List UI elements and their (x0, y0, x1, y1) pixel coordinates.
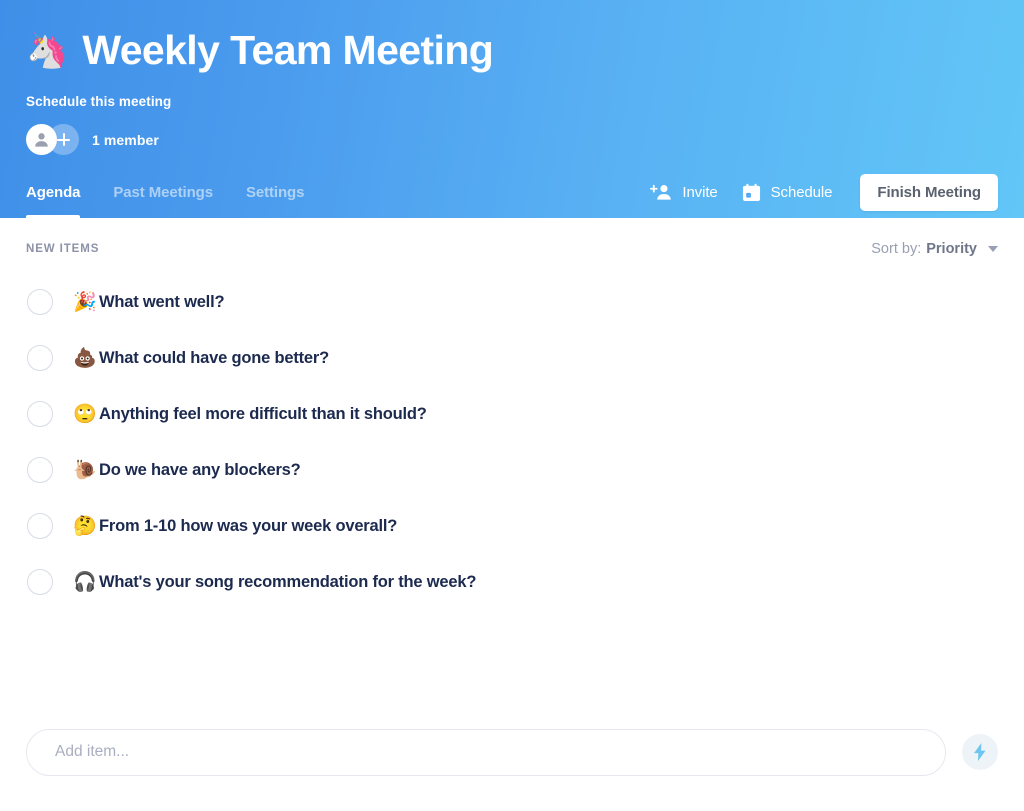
agenda-main: NEW ITEMS Sort by: Priority 🎉 What went … (0, 218, 1024, 811)
composer-bar (0, 715, 1024, 811)
members-row: 1 member (26, 124, 998, 155)
item-label: What's your song recommendation for the … (99, 572, 477, 591)
list-header: NEW ITEMS Sort by: Priority (26, 218, 998, 272)
item-checkbox[interactable] (27, 513, 53, 539)
sort-by-dropdown[interactable]: Sort by: Priority (871, 241, 998, 257)
chevron-down-icon (988, 246, 998, 252)
page-title: Weekly Team Meeting (82, 27, 494, 74)
meeting-app: 🦄 Weekly Team Meeting Schedule this meet… (0, 0, 1024, 811)
unicorn-emoji: 🦄 (26, 32, 69, 70)
sort-by-value: Priority (926, 241, 977, 257)
party-popper-emoji: 🎉 (73, 291, 97, 313)
schedule-label: Schedule (770, 183, 833, 201)
list-item[interactable]: 💩 What could have gone better? (26, 330, 998, 386)
schedule-button[interactable]: Schedule (742, 183, 833, 202)
quick-add-button[interactable] (962, 734, 998, 770)
invite-label: Invite (682, 183, 718, 201)
tab-past-meetings[interactable]: Past Meetings (113, 166, 213, 218)
list-item[interactable]: 🎧 What's your song recommendation for th… (26, 554, 998, 610)
nav-actions: Invite Schedule Finish Meeting (650, 173, 998, 211)
calendar-icon (742, 183, 761, 202)
list-item[interactable]: 🙄 Anything feel more difficult than it s… (26, 386, 998, 442)
nav-tabs: Agenda Past Meetings Settings (26, 166, 304, 218)
person-add-icon (650, 183, 672, 201)
thinking-face-emoji: 🤔 (73, 515, 97, 537)
meeting-header: 🦄 Weekly Team Meeting Schedule this meet… (0, 0, 1024, 218)
item-label: What could have gone better? (99, 348, 330, 367)
avatar[interactable] (26, 124, 57, 155)
agenda-items-list: 🎉 What went well? 💩 What could have gone… (26, 274, 998, 610)
sort-by-prefix: Sort by: (871, 241, 922, 257)
list-item[interactable]: 🤔 From 1-10 how was your week overall? (26, 498, 998, 554)
navbar: Agenda Past Meetings Settings Invite Sch… (0, 166, 1024, 218)
plus-icon (57, 133, 70, 146)
new-items-label: NEW ITEMS (26, 243, 100, 255)
title-row: 🦄 Weekly Team Meeting (26, 22, 998, 80)
finish-meeting-button[interactable]: Finish Meeting (860, 173, 998, 211)
headphone-emoji: 🎧 (73, 571, 97, 593)
item-checkbox[interactable] (27, 289, 53, 315)
item-label: From 1-10 how was your week overall? (99, 516, 398, 535)
list-item[interactable]: 🎉 What went well? (26, 274, 998, 330)
list-item[interactable]: 🐌 Do we have any blockers? (26, 442, 998, 498)
item-checkbox[interactable] (27, 401, 53, 427)
item-label: Anything feel more difficult than it sho… (99, 404, 427, 423)
lightning-bolt-icon (972, 743, 988, 761)
face-with-rolling-eyes-emoji: 🙄 (73, 403, 97, 425)
item-checkbox[interactable] (27, 569, 53, 595)
add-item-input[interactable] (26, 728, 946, 776)
invite-button[interactable]: Invite (650, 183, 718, 201)
item-label: What went well? (99, 292, 225, 311)
item-label: Do we have any blockers? (99, 460, 301, 479)
tab-settings[interactable]: Settings (246, 166, 304, 218)
item-checkbox[interactable] (27, 457, 53, 483)
tab-agenda[interactable]: Agenda (26, 166, 81, 218)
snail-emoji: 🐌 (73, 459, 97, 481)
pile-of-poo-emoji: 💩 (73, 347, 97, 369)
item-checkbox[interactable] (27, 345, 53, 371)
schedule-this-meeting-link[interactable]: Schedule this meeting (26, 94, 171, 109)
member-count-label: 1 member (92, 131, 159, 148)
